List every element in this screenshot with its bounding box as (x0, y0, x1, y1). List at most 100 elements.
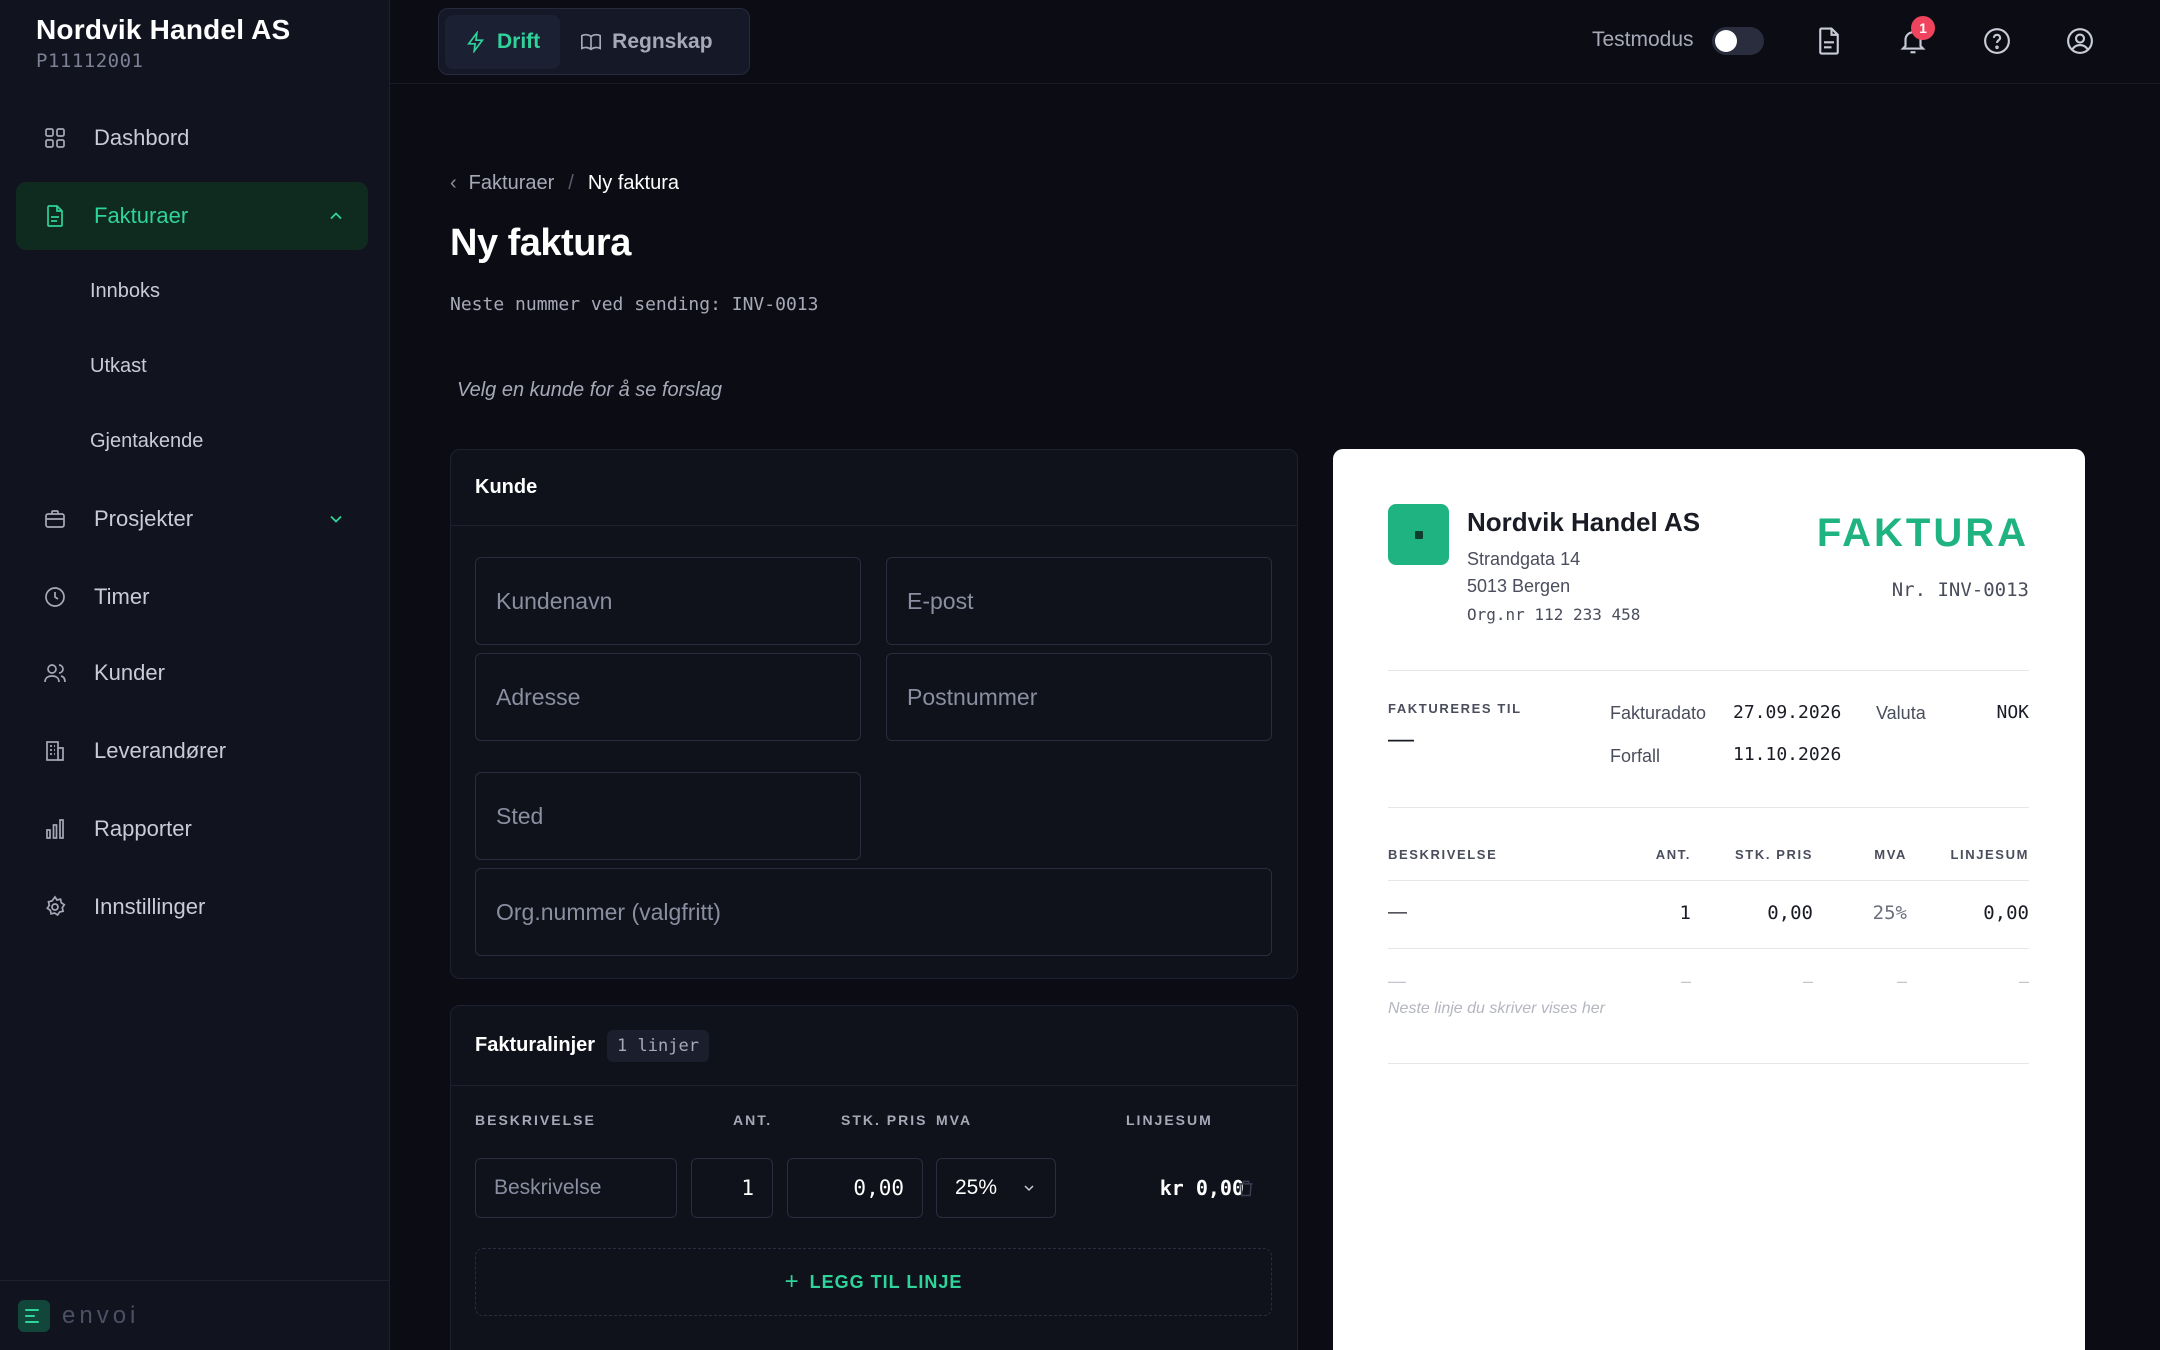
customer-card: Kunde Kundenavn E-post Adresse Postnumme… (450, 449, 1298, 979)
building-icon (42, 738, 68, 764)
nav-label: Fakturaer (94, 203, 189, 228)
bill-to-label: FAKTURERES TIL (1388, 701, 1522, 716)
breadcrumb-separator: / (568, 172, 574, 194)
nav-item-reports[interactable]: Rapporter (16, 795, 368, 863)
breadcrumb-current: Ny faktura (587, 172, 679, 194)
due-date-label: Forfall (1610, 746, 1661, 766)
test-mode-toggle[interactable] (1712, 27, 1764, 55)
chevron-left-icon[interactable]: ‹ (450, 172, 457, 195)
postal-code-field[interactable]: Postnummer (886, 653, 1272, 741)
preview-row-line-sum: 0,00 (1983, 902, 2029, 924)
test-mode-label: Testmodus (1592, 28, 1694, 51)
add-line-label: LEGG TIL LINJE (809, 1271, 963, 1292)
line-quantity-input[interactable]: 1 (691, 1158, 773, 1218)
nav-label: Innstillinger (94, 894, 206, 919)
card-title: Kunde (475, 476, 538, 498)
card-header: Kunde (451, 450, 1297, 526)
envoi-logo-icon (18, 1299, 50, 1332)
nav-item-invoices[interactable]: Fakturaer (16, 182, 368, 250)
sidebar-item-recurring[interactable]: Gjentakende (90, 430, 203, 453)
nav-item-hours[interactable]: Timer (16, 563, 368, 631)
add-line-button[interactable]: + LEGG TIL LINJE (475, 1248, 1272, 1316)
breadcrumb-invoices[interactable]: Fakturaer (469, 172, 555, 195)
ghost-row-description: — (1388, 971, 1406, 991)
document-icon[interactable] (1812, 24, 1846, 58)
lightning-icon (467, 30, 485, 53)
preview-col-unit-price: STK. PRIS (1735, 847, 1813, 862)
preview-doc-title: FAKTURA (1816, 511, 2029, 555)
preview-row-quantity: 1 (1679, 902, 1691, 924)
preview-invoice-number: Nr. INV-0013 (1891, 579, 2029, 601)
tab-label: Regnskap (612, 29, 713, 53)
line-vat-select[interactable]: 25% (936, 1158, 1056, 1218)
due-date-value: 11.10.2026 (1733, 744, 1842, 765)
preview-street: Strandgata 14 (1467, 549, 1581, 569)
document-icon (42, 203, 68, 229)
brand[interactable]: Nordvik Handel AS P11112001 (36, 14, 290, 72)
preview-row-description: — (1388, 902, 1407, 923)
book-icon (581, 33, 602, 50)
invoice-preview: Nordvik Handel AS Strandgata 14 5013 Ber… (1333, 449, 2085, 1350)
tab-label: Drift (497, 29, 541, 53)
preview-col-vat: MVA (1874, 847, 1907, 862)
city-field[interactable]: Sted (475, 772, 861, 860)
nav-label: Leverandører (94, 738, 227, 763)
column-header-description: BESKRIVELSE (475, 1112, 596, 1128)
nav-item-customers[interactable]: Kunder (16, 639, 368, 707)
nav-item-projects[interactable]: Prosjekter (16, 485, 368, 553)
invoice-lines-card: Fakturalinjer 1 linjer BESKRIVELSE ANT. … (450, 1005, 1298, 1350)
nav-item-settings[interactable]: Innstillinger (16, 873, 368, 941)
topbar: Drift Regnskap Testmodus 1 (390, 0, 2160, 84)
address-field[interactable]: Adresse (475, 653, 861, 741)
users-icon (42, 660, 68, 686)
currency-label: Valuta (1876, 703, 1926, 723)
divider (1388, 1063, 2029, 1064)
user-icon[interactable] (2063, 24, 2097, 58)
plus-icon: + (784, 1268, 800, 1295)
preview-row-vat: 25% (1872, 902, 1907, 924)
nav-label: Dashbord (94, 125, 190, 150)
invoice-date-value: 27.09.2026 (1733, 702, 1842, 723)
grid-icon (42, 125, 68, 151)
column-header-vat: MVA (936, 1112, 973, 1128)
ghost-row-vat: – (1896, 971, 1907, 991)
ghost-row-line-sum: – (2018, 971, 2029, 991)
nav-label: Timer (94, 584, 150, 609)
tab-regnskap[interactable]: Regnskap (560, 15, 732, 69)
gear-icon (42, 894, 68, 920)
preview-company-name: Nordvik Handel AS (1467, 507, 1701, 537)
help-icon[interactable] (1980, 24, 2014, 58)
line-unit-price-input[interactable]: 0,00 (787, 1158, 923, 1218)
nav-item-dashboard[interactable]: Dashbord (16, 104, 368, 172)
sidebar-item-drafts[interactable]: Utkast (90, 355, 147, 378)
ghost-row-note: Neste linje du skriver vises her (1388, 1000, 1605, 1017)
divider (1388, 880, 2029, 881)
toggle-knob (1715, 30, 1737, 52)
preview-row-unit-price: 0,00 (1767, 902, 1813, 924)
vat-value: 25% (955, 1176, 998, 1199)
ghost-row-unit-price: – (1802, 971, 1813, 991)
bar-chart-icon (42, 816, 68, 842)
company-id: P11112001 (36, 50, 144, 72)
chevron-down-icon (326, 509, 346, 529)
sidebar-item-inbox[interactable]: Innboks (90, 280, 160, 303)
preview-city: 5013 Bergen (1467, 576, 1571, 596)
briefcase-icon (42, 506, 68, 532)
customer-name-field[interactable]: Kundenavn (475, 557, 861, 645)
line-sum: kr 0,00 (1159, 1176, 1244, 1200)
line-description-input[interactable]: Beskrivelse (475, 1158, 677, 1218)
nav-item-suppliers[interactable]: Leverandører (16, 717, 368, 785)
trash-icon[interactable] (1236, 1178, 1256, 1198)
clock-icon (42, 584, 68, 610)
tab-drift[interactable]: Drift (445, 14, 561, 69)
sidebar-footer: envoi (0, 1280, 390, 1350)
mode-switch: Drift Regnskap (438, 8, 750, 75)
divider (1388, 807, 2029, 808)
orgnr-field[interactable]: Org.nummer (valgfritt) (475, 868, 1272, 956)
email-field[interactable]: E-post (886, 557, 1272, 645)
chevron-down-icon (1024, 1185, 1034, 1192)
divider (1388, 670, 2029, 671)
nav-label: Rapporter (94, 816, 192, 841)
column-header-quantity: ANT. (733, 1112, 773, 1128)
chevron-up-icon (326, 206, 346, 226)
